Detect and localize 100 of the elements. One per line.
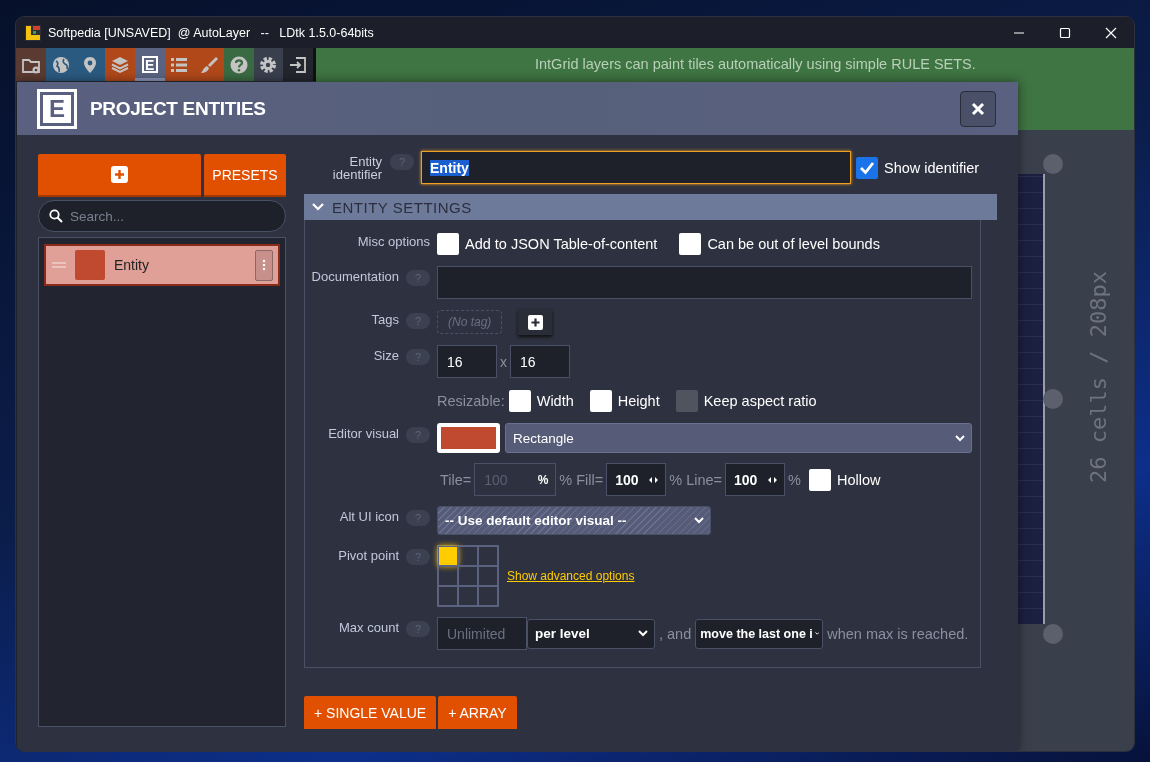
toolbar-button[interactable]: E — [134, 48, 165, 81]
unit-label: % — [788, 471, 801, 488]
add-field-button[interactable]: + ARRAY — [438, 696, 517, 729]
stepper-icon — [767, 475, 779, 484]
max-count-field[interactable]: Unlimited — [437, 617, 527, 650]
pivot-cell[interactable] — [458, 586, 478, 606]
tile-label: Tile= — [440, 471, 472, 488]
exit-icon — [288, 54, 309, 75]
fill-label: % Fill= — [559, 471, 604, 488]
globe-icon — [50, 54, 71, 75]
section-title: ENTITY SETTINGS — [332, 198, 472, 216]
toolbar-button[interactable] — [45, 48, 76, 81]
checkbox-label: Height — [617, 392, 660, 409]
max-reached-text: when max is reached. — [827, 625, 969, 642]
checkbox-label: Add to JSON Table-of-content — [465, 235, 658, 252]
add-entity-button[interactable] — [38, 154, 201, 195]
maximize-icon — [1059, 26, 1071, 39]
line-field[interactable]: 100 — [725, 463, 786, 496]
field-label: Misc options — [357, 234, 430, 249]
field-label: Alt UI icon — [339, 509, 399, 524]
pivot-cell[interactable] — [458, 546, 478, 566]
toolbar-button[interactable] — [223, 48, 254, 81]
fill-field[interactable]: 100 — [606, 463, 667, 496]
toolbar-button[interactable] — [16, 48, 46, 81]
identifier-field[interactable]: Entity — [421, 151, 851, 184]
field-label: Entity identifier — [331, 154, 382, 181]
checkbox-label: Hollow — [836, 471, 881, 488]
width-field[interactable]: 16 — [437, 345, 497, 378]
pivot-cell[interactable] — [478, 586, 498, 606]
resize-handle[interactable] — [1043, 624, 1063, 644]
window-title: Softpedia [UNSAVED] @ AutoLayer -- LDtk 1.5.0-64bits — [48, 25, 374, 40]
alt-icon-dropdown[interactable]: -- Use default editor visual -- — [437, 506, 711, 535]
presets-button[interactable]: PRESETS — [204, 154, 286, 195]
resize-handle[interactable] — [1043, 154, 1063, 174]
pivot-cell[interactable] — [478, 546, 498, 566]
tag-placeholder[interactable]: (No tag) — [437, 310, 503, 334]
field-label: Pivot point — [338, 548, 399, 563]
item-menu-button[interactable] — [255, 249, 273, 281]
checkbox-label: Keep aspect ratio — [703, 392, 817, 409]
field-label: Editor visual — [328, 426, 399, 441]
documentation-field[interactable] — [437, 266, 972, 299]
drag-handle-icon — [52, 262, 66, 268]
section-header[interactable]: ENTITY SETTINGS — [304, 194, 997, 220]
resize-handle[interactable] — [1043, 389, 1063, 409]
field-label: Size — [373, 348, 399, 363]
advanced-options-link[interactable]: Show advanced options — [507, 569, 635, 583]
chevron-down-icon — [814, 630, 820, 637]
checkbox[interactable] — [808, 468, 831, 491]
checkbox-label: Show identifier — [884, 159, 980, 176]
checkbox[interactable] — [508, 389, 531, 412]
stepper-icon — [648, 475, 660, 484]
checkbox-label: Can be out of level bounds — [707, 235, 880, 252]
chevron-down-icon — [694, 517, 704, 524]
app-logo-icon — [25, 24, 41, 41]
checkbox-label: Width — [536, 392, 574, 409]
tip-text: IntGrid layers can paint tiles automatically using simple RULE SETS. — [535, 56, 976, 72]
add-field-button[interactable]: + SINGLE VALUE — [304, 696, 437, 729]
size-separator: x — [500, 353, 507, 370]
chevron-down-icon — [955, 434, 965, 442]
pivot-cell[interactable] — [438, 586, 458, 606]
chevron-down-icon — [638, 630, 648, 637]
settings-icon — [258, 54, 279, 75]
add-tag-button[interactable] — [518, 309, 553, 335]
entity-list-item[interactable]: Entity — [46, 246, 278, 284]
vertical-dots-icon — [262, 259, 266, 271]
close-button[interactable] — [960, 90, 996, 127]
field-label: Max count — [339, 620, 399, 635]
toolbar-button[interactable] — [75, 48, 106, 81]
toolbar-button[interactable] — [253, 48, 284, 81]
joiner-text: , and — [659, 625, 692, 642]
field-label: Documentation — [311, 269, 399, 284]
shape-dropdown[interactable]: Rectangle — [505, 423, 972, 453]
pivot-cell[interactable] — [438, 566, 458, 586]
help-icon — [228, 54, 249, 75]
layers-icon — [109, 54, 130, 75]
dialog-title: PROJECT ENTITIES — [90, 97, 267, 120]
entity-name: Entity — [114, 257, 150, 273]
checkbox[interactable] — [679, 232, 702, 255]
checkbox[interactable] — [437, 232, 459, 255]
brush-icon — [199, 54, 220, 75]
scope-dropdown[interactable]: per level — [527, 618, 655, 649]
behavior-dropdown[interactable]: move the last one i — [695, 618, 824, 649]
checkbox[interactable] — [856, 156, 878, 179]
height-field[interactable]: 16 — [510, 345, 570, 378]
line-label: % Line= — [669, 471, 723, 488]
checkbox[interactable] — [589, 389, 612, 412]
resizable-label: Resizable: — [437, 392, 505, 409]
search-icon — [49, 209, 63, 223]
chevron-down-icon — [312, 203, 324, 211]
search-field[interactable]: Search... — [38, 200, 286, 232]
plus-icon — [527, 314, 543, 330]
color-picker[interactable] — [437, 423, 500, 453]
field-label: Tags — [371, 312, 399, 327]
pivot-cell[interactable] — [458, 566, 478, 586]
close-icon — [1105, 26, 1117, 39]
pivot-cell[interactable] — [438, 546, 458, 566]
pivot-cell[interactable] — [478, 566, 498, 586]
close-icon — [971, 101, 985, 116]
entities-logo: E — [37, 88, 77, 129]
plus-icon — [111, 166, 128, 183]
